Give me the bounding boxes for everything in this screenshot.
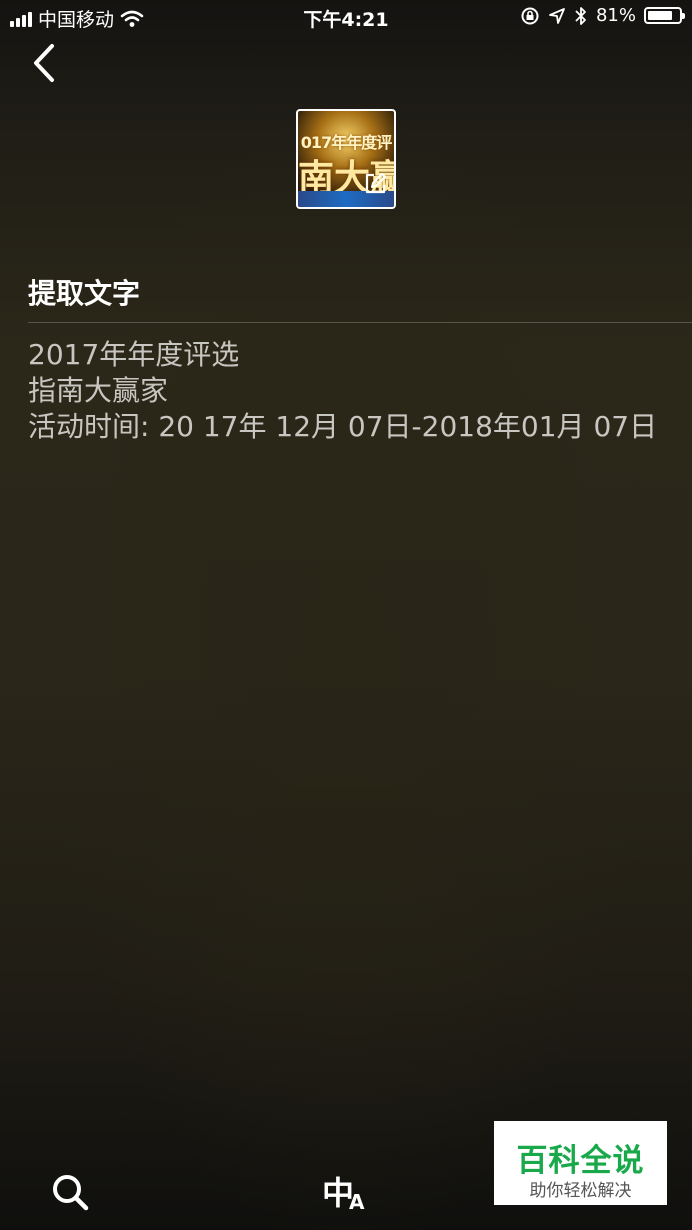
battery-icon: [644, 7, 685, 24]
extracted-text[interactable]: 2017年年度评选 指南大赢家 活动时间: 20 17年 12月 07日-201…: [28, 337, 672, 445]
battery-percent: 81%: [595, 5, 636, 26]
extracted-line: 2017年年度评选: [28, 338, 240, 371]
orientation-lock-icon: [521, 7, 539, 24]
edit-icon[interactable]: [362, 171, 388, 197]
watermark-title: 百科全说: [516, 1143, 645, 1179]
translate-button[interactable]: 中 A: [320, 1168, 376, 1218]
image-thumbnail[interactable]: 017年年度评 南大赢: [296, 109, 396, 209]
watermark-subtitle: 助你轻松解决: [529, 1181, 632, 1201]
translate-sub-glyph: A: [349, 1190, 365, 1214]
search-icon: [53, 1175, 89, 1211]
section-title: 提取文字: [28, 277, 141, 310]
back-button[interactable]: [28, 42, 64, 86]
search-button[interactable]: [48, 1170, 92, 1214]
watermark-logo: 百科全说 助你轻松解决: [494, 1121, 667, 1205]
divider: [28, 322, 692, 323]
status-right: 81%: [520, 5, 685, 26]
location-icon: [549, 7, 565, 24]
status-bar: 中国移动 下午4:21 81%: [0, 0, 692, 36]
extracted-line: 指南大赢家: [28, 374, 169, 407]
back-chevron-icon: [34, 44, 54, 82]
extracted-line: 活动时间: 20 17年 12月 07日-2018年01月 07日: [28, 410, 658, 443]
bluetooth-icon: [575, 6, 586, 25]
